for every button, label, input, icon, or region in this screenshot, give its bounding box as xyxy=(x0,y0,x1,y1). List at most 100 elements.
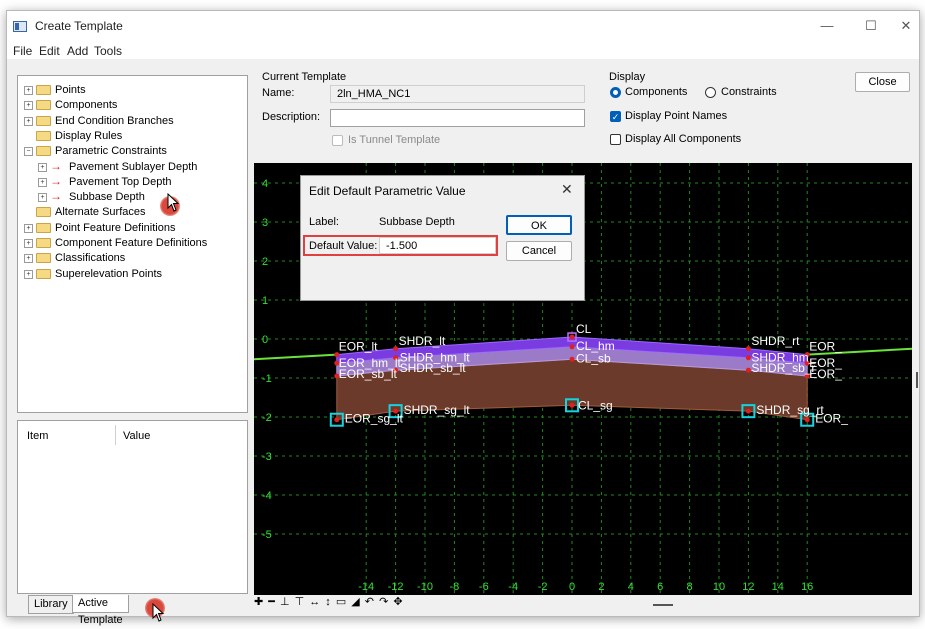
col-header-item[interactable]: Item xyxy=(27,430,48,442)
tree-item-label: Subbase Depth xyxy=(69,191,145,204)
point-label-eor_sb_lt: EOR_sb_lt xyxy=(339,367,398,381)
expand-icon[interactable]: + xyxy=(24,239,33,248)
tree-item-subbase-depth[interactable]: + → Subbase Depth xyxy=(18,189,244,204)
folder-icon xyxy=(36,100,51,111)
expand-icon[interactable]: + xyxy=(24,86,33,95)
parametric-constraint-icon: → xyxy=(50,173,62,188)
constraints-radio[interactable] xyxy=(705,87,716,98)
minimize-button[interactable]: — xyxy=(813,17,841,35)
tree-item-pavement-sublayer-depth[interactable]: + → Pavement Sublayer Depth xyxy=(18,158,244,174)
y-tick-label: 0 xyxy=(262,334,268,346)
edit-parametric-value-dialog: Edit Default Parametric Value ✕ Label: S… xyxy=(300,175,585,301)
view-toolstrip[interactable]: ✚ ━ ⊥ ⊤ ↔ ↕ ▭ ◢ ↶ ↷ ✥ xyxy=(254,595,404,611)
description-field[interactable] xyxy=(330,109,585,127)
display-point-names-checkbox[interactable]: ✓ xyxy=(610,111,621,122)
expand-icon[interactable]: + xyxy=(24,223,33,233)
x-tick-label: -2 xyxy=(538,581,548,593)
folder-icon xyxy=(36,146,51,157)
display-all-components-checkbox[interactable] xyxy=(610,134,621,145)
maximize-button[interactable]: ☐ xyxy=(857,17,885,35)
description-label: Description: xyxy=(262,111,321,123)
menu-edit[interactable]: Edit xyxy=(39,44,60,58)
tree-item-parametric-constraints[interactable]: − Parametric Constraints xyxy=(18,144,244,158)
point-label-shdr_rt: SHDR_rt xyxy=(751,334,800,348)
tree-item-label: Display Rules xyxy=(55,129,123,142)
y-tick-label: 3 xyxy=(262,217,268,229)
dialog-label-value: Subbase Depth xyxy=(379,216,455,228)
close-button[interactable]: Close xyxy=(855,72,910,92)
tree-item-display-rules[interactable]: Display Rules xyxy=(18,129,244,143)
expand-icon[interactable]: + xyxy=(24,101,33,111)
expand-icon[interactable]: + xyxy=(38,162,47,172)
template-point xyxy=(745,408,751,414)
menu-tools[interactable]: Tools xyxy=(94,44,122,58)
column-divider xyxy=(115,425,116,445)
vertical-splitter-grip[interactable] xyxy=(916,372,918,388)
point-label-eor_rt: EOR_ xyxy=(809,340,842,354)
template-point xyxy=(804,417,810,423)
menu-add[interactable]: Add xyxy=(67,44,88,58)
tree-item-alternate-surfaces[interactable]: Alternate Surfaces xyxy=(18,205,244,219)
x-tick-label: 2 xyxy=(598,581,604,593)
expand-icon[interactable]: + xyxy=(24,116,33,126)
template-point xyxy=(393,346,399,352)
tab-active-template[interactable]: Active Template xyxy=(72,595,129,626)
tree-item-label: Pavement Sublayer Depth xyxy=(69,160,198,173)
tree-item-point-feature-definitions[interactable]: + Point Feature Definitions xyxy=(18,221,244,235)
parametric-constraint-icon: → xyxy=(50,158,62,173)
ok-button[interactable]: OK xyxy=(506,215,572,235)
menu-file[interactable]: File xyxy=(13,44,32,58)
template-point xyxy=(334,417,340,423)
expand-icon[interactable]: + xyxy=(24,254,33,264)
x-tick-label: -6 xyxy=(479,581,489,593)
splitter-grip[interactable] xyxy=(653,604,673,606)
template-point xyxy=(569,334,575,340)
folder-icon xyxy=(36,222,51,233)
folder-icon xyxy=(36,130,51,141)
y-tick-label: 4 xyxy=(262,178,268,190)
tree-item-classifications[interactable]: + Classifications xyxy=(18,251,244,265)
x-tick-label: 8 xyxy=(687,581,693,593)
y-tick-label: -1 xyxy=(262,373,272,385)
tunnel-checkbox[interactable] xyxy=(332,135,343,146)
template-tree[interactable]: + Points + Components + End Condition Branche… xyxy=(17,75,248,413)
title-bar: Create Template — ☐ ✕ xyxy=(7,11,919,41)
tree-item-label: End Condition Branches xyxy=(55,114,174,127)
tree-item-components[interactable]: + Components xyxy=(18,98,244,112)
tree-item-superelevation-points[interactable]: + Superelevation Points xyxy=(18,267,244,281)
dialog-close-icon[interactable]: ✕ xyxy=(561,181,573,198)
folder-icon xyxy=(36,115,51,126)
folder-icon xyxy=(36,253,51,264)
point-label-shdr_sb_lt: SHDR_sb_lt xyxy=(400,361,467,375)
template-point xyxy=(745,346,751,352)
cancel-button[interactable]: Cancel xyxy=(506,241,572,261)
tab-library[interactable]: Library xyxy=(28,595,74,614)
folder-icon xyxy=(36,85,51,95)
tree-item-pavement-top-depth[interactable]: + → Pavement Top Depth xyxy=(18,173,244,189)
mouse-cursor-icon-tab xyxy=(152,603,165,622)
expand-icon[interactable]: + xyxy=(38,193,47,203)
expand-icon[interactable]: + xyxy=(38,177,47,187)
expand-icon[interactable]: + xyxy=(24,269,33,279)
x-tick-label: 16 xyxy=(801,581,813,593)
tree-item-component-feature-definitions[interactable]: + Component Feature Definitions xyxy=(18,236,244,250)
components-radio[interactable] xyxy=(610,87,621,98)
default-value-caption: Default Value: xyxy=(309,240,378,252)
tree-item-label: Pavement Top Depth xyxy=(69,175,172,188)
template-point xyxy=(569,344,575,350)
point-label-eor_sb_rt: EOR_ xyxy=(809,367,842,381)
collapse-icon[interactable]: − xyxy=(24,147,33,157)
close-window-button[interactable]: ✕ xyxy=(892,17,919,35)
tunnel-label: Is Tunnel Template xyxy=(348,134,441,146)
name-field[interactable]: 2ln_HMA_NC1 xyxy=(330,85,585,103)
name-label: Name: xyxy=(262,87,295,99)
properties-grid[interactable]: Item Value xyxy=(17,420,248,594)
tree-item-label: Alternate Surfaces xyxy=(55,206,146,219)
folder-icon xyxy=(36,207,51,218)
tree-item-end-condition-branches[interactable]: + End Condition Branches xyxy=(18,114,244,128)
tree-item-points[interactable]: + Points xyxy=(18,83,244,97)
x-tick-label: 12 xyxy=(742,581,754,593)
col-header-value[interactable]: Value xyxy=(123,430,150,442)
components-radio-label: Components xyxy=(625,86,688,98)
default-value-input[interactable]: -1.500 xyxy=(379,237,496,254)
